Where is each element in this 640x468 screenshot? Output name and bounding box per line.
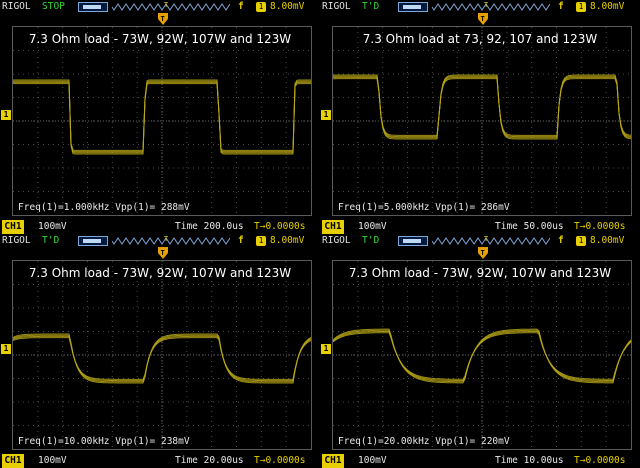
- trigger-level: 8.00mV: [270, 1, 305, 12]
- measurement-readout: Freq(1)=10.00kHz Vpp(1)= 238mV: [18, 436, 190, 447]
- trigger-offset: T→ 0.0000s: [574, 455, 626, 466]
- trigger-edge-icon: f: [238, 1, 244, 12]
- trigger-source-badge: 1: [256, 2, 266, 12]
- scope-panel-1: RIGOL STOP T f 1 8.00mV T 7.3 Ohm load -…: [0, 0, 320, 234]
- status-bar: RIGOL T'D T f 1 8.00mV: [320, 234, 640, 248]
- channel-marker-icon: 1: [1, 344, 11, 354]
- memory-position-bar: [78, 236, 108, 246]
- trigger-offset: T→ 0.0000s: [254, 221, 306, 232]
- trigger-level: 8.00mV: [590, 1, 625, 12]
- waveform-trace: [333, 27, 631, 215]
- timebase-readout: Time 50.00us: [495, 221, 564, 232]
- trigger-source-badge: 1: [576, 2, 586, 12]
- channel-label: CH1: [322, 220, 344, 234]
- settings-bar: CH1 100mV Time 200.0us T→ 0.0000s: [0, 220, 320, 234]
- measurement-readout: Freq(1)=20.00kHz Vpp(1)= 220mV: [338, 436, 510, 447]
- status-bar: RIGOL STOP T f 1 8.00mV: [0, 0, 320, 14]
- memory-position-bar: [78, 2, 108, 12]
- timebase-ruler-icon: T: [112, 236, 230, 245]
- waveform-grid[interactable]: [332, 26, 632, 216]
- measurement-readout: Freq(1)=1.000kHz Vpp(1)= 288mV: [18, 202, 190, 213]
- trigger-offset: T→ 0.0000s: [574, 221, 626, 232]
- memory-position-bar: [398, 236, 428, 246]
- trigger-level: 8.00mV: [270, 235, 305, 246]
- acquire-state: T'D: [362, 1, 380, 12]
- waveform-grid[interactable]: [12, 260, 312, 450]
- channel-scale: 100mV: [358, 221, 387, 232]
- channel-label: CH1: [2, 454, 24, 468]
- waveform-trace: [333, 261, 631, 449]
- channel-scale: 100mV: [358, 455, 387, 466]
- svg-text:T: T: [161, 15, 165, 23]
- status-bar: RIGOL T'D T f 1 8.00mV: [320, 0, 640, 14]
- timebase-ruler-icon: T: [432, 2, 550, 11]
- settings-bar: CH1 100mV Time 10.00us T→ 0.0000s: [320, 454, 640, 468]
- channel-marker-icon: 1: [321, 344, 331, 354]
- brand-label: RIGOL: [2, 235, 31, 246]
- trigger-offset: T→ 0.0000s: [254, 455, 306, 466]
- screen-annotation: 7.3 Ohm load - 73W, 92W, 107W and 123W: [28, 266, 292, 280]
- waveform-grid[interactable]: [12, 26, 312, 216]
- measurement-readout: Freq(1)=5.000kHz Vpp(1)= 286mV: [338, 202, 510, 213]
- screen-annotation: 7.3 Ohm load at 73, 92, 107 and 123W: [362, 32, 598, 46]
- scope-panel-2: RIGOL T'D T f 1 8.00mV T 7.3 Ohm load at…: [320, 0, 640, 234]
- trigger-position-icon: T: [478, 13, 488, 25]
- trigger-edge-icon: f: [238, 235, 244, 246]
- screen-annotation: 7.3 Ohm load - 73W, 92W, 107W and 123W: [28, 32, 292, 46]
- trigger-edge-icon: f: [558, 1, 564, 12]
- trigger-level: 8.00mV: [590, 235, 625, 246]
- svg-text:T: T: [481, 249, 485, 257]
- timebase-readout: Time 10.00us: [495, 455, 564, 466]
- acquire-state: STOP: [42, 1, 65, 12]
- svg-text:T: T: [481, 15, 485, 23]
- timebase-ruler-icon: T: [112, 2, 230, 11]
- svg-text:T: T: [161, 249, 165, 257]
- brand-label: RIGOL: [2, 1, 31, 12]
- brand-label: RIGOL: [322, 235, 351, 246]
- trigger-position-icon: T: [158, 247, 168, 259]
- trigger-position-icon: T: [158, 13, 168, 25]
- scope-panel-4: RIGOL T'D T f 1 8.00mV T 7.3 Ohm load - …: [320, 234, 640, 468]
- trigger-source-badge: 1: [256, 236, 266, 246]
- channel-marker-icon: 1: [321, 110, 331, 120]
- channel-label: CH1: [2, 220, 24, 234]
- scope-panel-3: RIGOL T'D T f 1 8.00mV T 7.3 Ohm load - …: [0, 234, 320, 468]
- screen-annotation: 7.3 Ohm load - 73W, 92W, 107W and 123W: [348, 266, 612, 280]
- settings-bar: CH1 100mV Time 50.00us T→ 0.0000s: [320, 220, 640, 234]
- channel-label: CH1: [322, 454, 344, 468]
- channel-marker-icon: 1: [1, 110, 11, 120]
- brand-label: RIGOL: [322, 1, 351, 12]
- trigger-source-badge: 1: [576, 236, 586, 246]
- acquire-state: T'D: [362, 235, 380, 246]
- channel-scale: 100mV: [38, 455, 67, 466]
- timebase-readout: Time 20.00us: [175, 455, 244, 466]
- status-bar: RIGOL T'D T f 1 8.00mV: [0, 234, 320, 248]
- waveform-trace: [13, 27, 311, 215]
- acquire-state: T'D: [42, 235, 60, 246]
- settings-bar: CH1 100mV Time 20.00us T→ 0.0000s: [0, 454, 320, 468]
- waveform-trace: [13, 261, 311, 449]
- trigger-position-icon: T: [478, 247, 488, 259]
- channel-scale: 100mV: [38, 221, 67, 232]
- timebase-readout: Time 200.0us: [175, 221, 244, 232]
- trigger-edge-icon: f: [558, 235, 564, 246]
- memory-position-bar: [398, 2, 428, 12]
- timebase-ruler-icon: T: [432, 236, 550, 245]
- waveform-grid[interactable]: [332, 260, 632, 450]
